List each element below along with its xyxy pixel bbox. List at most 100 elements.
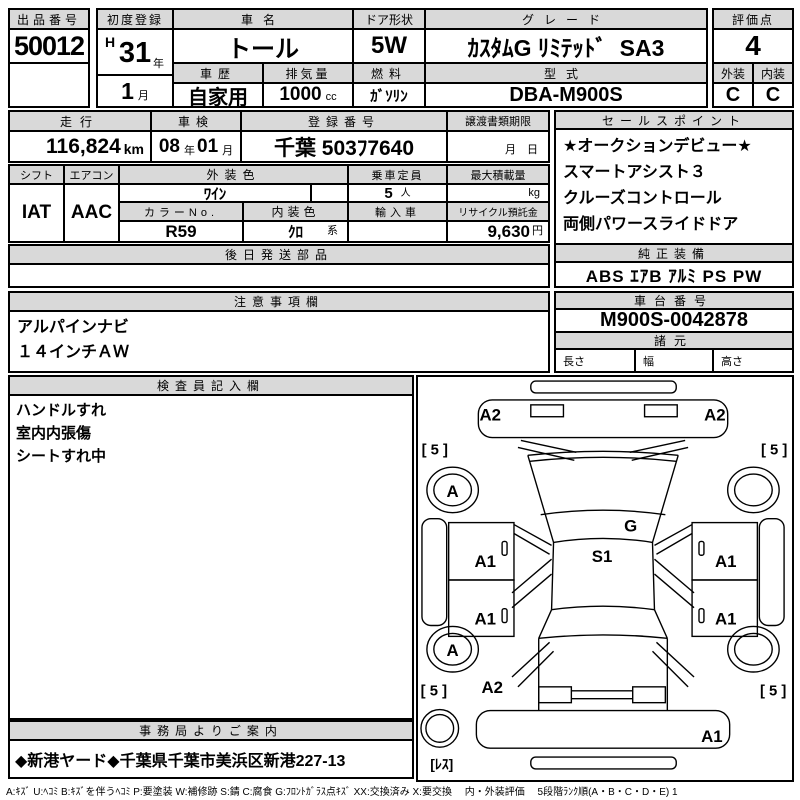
office-info-header: 事務局よりご案内 [8, 720, 414, 741]
shift-value: IAT [8, 183, 65, 243]
inspection-year: 08 [159, 136, 180, 158]
year-suffix: 年 [153, 55, 164, 71]
score-value: 4 [712, 28, 794, 64]
recycle-deposit-header: リサイクル預託金 [446, 201, 550, 222]
transfer-deadline-value: 月 日 [446, 130, 550, 163]
inspector-note-line: シートすれ中 [16, 445, 406, 468]
tire-rank-rear-left: [ 5 ] [421, 684, 447, 700]
front-bumper-slot-right [645, 405, 678, 417]
sales-points-body: ★オークションデビュー★ スマートアシスト３ クルーズコントロール 両側パワース… [554, 128, 794, 245]
capacity-header: 乗車定員 [347, 164, 448, 185]
rear-beam [571, 691, 632, 699]
footer-legend: A:ｷｽﾞ U:ﾍｺﾐ B:ｷｽﾞを伴うﾍｺﾐ P:要塗装 W:補修跡 S:錆 … [6, 783, 798, 798]
max-load-unit: kg [446, 183, 550, 203]
grade-value: ｶｽﾀﾑG ﾘﾐﾃｯﾄﾞ SA3 [424, 28, 708, 64]
displacement-unit: cc [326, 91, 337, 103]
notes-line: アルパインナビ [17, 315, 541, 340]
front-trim [531, 381, 676, 393]
damage-label-front-bumper-right: A2 [704, 406, 726, 425]
displacement-value: 1000 [279, 84, 321, 106]
first-registration-month: 1 [121, 78, 134, 105]
rear-bumper [476, 711, 729, 749]
taillight-left [539, 687, 572, 703]
door-handle-front-right [699, 541, 704, 555]
car-name-header: 車名 [172, 8, 354, 30]
damage-label-door-rear-right: A1 [715, 610, 737, 629]
rocker-left [422, 519, 447, 626]
mileage-header: 走行 [8, 110, 152, 132]
spare-tire-inner [426, 715, 454, 743]
import-value [347, 220, 448, 243]
roof-rear-edge [552, 606, 655, 609]
inspection-header: 車検 [150, 110, 242, 132]
first-registration-month-cell: 1 月 [96, 74, 174, 108]
inspector-note-line: 室内内張傷 [16, 422, 406, 445]
rocker-right [759, 519, 784, 626]
later-parts-value [8, 263, 550, 288]
sales-points-header: セールスポイント [554, 110, 794, 130]
windshield-base [554, 538, 653, 542]
car-history-value: 自家用 [172, 82, 264, 108]
exterior-grade-value: C [712, 82, 754, 108]
mileage-unit: km [124, 141, 144, 157]
front-bumper-slot-left [531, 405, 564, 417]
sales-point-line: クルーズコントロール [563, 186, 785, 212]
hood-front-edge-inner [530, 457, 676, 461]
exterior-color-header: 外装色 [118, 164, 349, 185]
vehicle-diagram-svg: A2 A2 [ 5 ] [ 5 ] A G S1 A1 A1 A1 A1 A A… [418, 377, 792, 780]
inspection-cell: 08 年 01 月 [150, 130, 242, 163]
model-code-header: 型式 [424, 62, 708, 84]
lot-number-value: 50012 [8, 28, 90, 64]
fuel-value: ｶﾞｿﾘﾝ [352, 82, 426, 108]
aircon-header: エアコン [63, 164, 120, 185]
capacity-value: 5 [384, 185, 392, 202]
recycle-deposit-cell: 9,630 円 [446, 220, 550, 243]
factory-equipment-value: ABS ｴｱB ｱﾙﾐ PS PW [554, 261, 794, 288]
notes-body: アルパインナビ １４インチＡＷ [8, 310, 550, 373]
auction-sheet: { "top": { "lot": {"label":"出品番号","value… [0, 0, 800, 800]
inspector-notes-body: ハンドルすれ 室内内張傷 シートすれ中 [8, 394, 414, 720]
damage-label-rear-bumper: A1 [701, 727, 723, 746]
interior-color-cell: ｸﾛ 系 [242, 220, 349, 243]
shift-header: シフト [8, 164, 65, 185]
door-handle-rear-left [502, 609, 507, 623]
inspection-month: 01 [197, 136, 218, 158]
damage-label-roof: S1 [592, 547, 613, 566]
car-name-value: トール [172, 28, 354, 64]
damage-label-front-bumper-left: A2 [479, 406, 501, 425]
damage-label-door-front-left: A1 [475, 552, 497, 571]
notes-line: １４インチＡＷ [17, 340, 541, 365]
exterior-grade-header: 外装 [712, 62, 754, 84]
factory-equipment-header: 純正装備 [554, 243, 794, 263]
plate-number-header: 登録番号 [240, 110, 448, 132]
plate-number-value: 千葉 503ﾌ7640 [240, 130, 448, 163]
displacement-cell: 1000 cc [262, 82, 354, 108]
office-info-value: ◆新港ヤード◆千葉県千葉市美浜区新港227-13 [8, 739, 414, 779]
lot-number-header: 出品番号 [8, 8, 90, 30]
later-parts-header: 後日発送部品 [8, 244, 550, 265]
inspector-note-line: ハンドルすれ [16, 399, 406, 422]
displacement-header: 排気量 [262, 62, 354, 84]
chassis-number-value: M900S-0042878 [554, 308, 794, 333]
first-registration-year-cell: H 31 年 [96, 28, 174, 76]
fuel-header: 燃料 [352, 62, 426, 84]
interior-grade-header: 内装 [752, 62, 794, 84]
damage-label-windshield: G [624, 517, 637, 536]
damage-label-wheel-rear-left: A [447, 641, 459, 660]
interior-color-suffix: 系 [327, 222, 338, 238]
tailgate-sides [539, 638, 668, 710]
color-number-header: カラーNo. [118, 201, 244, 222]
spare-tire-label: [ﾚｽ] [430, 756, 453, 772]
rear-trim [531, 757, 676, 769]
car-history-header: 車歴 [172, 62, 264, 84]
inspection-year-suffix: 年 [184, 142, 195, 158]
headlight-left [518, 440, 576, 460]
exterior-color-value: ﾜｲﾝ [118, 183, 312, 203]
rear-window-sides [539, 610, 668, 639]
tire-rank-rear-right: [ 5 ] [760, 684, 786, 700]
inspection-month-suffix: 月 [222, 142, 233, 158]
dimension-length-label: 長さ [554, 348, 636, 373]
door-handle-rear-right [699, 609, 704, 623]
sales-point-line: ★オークションデビュー★ [563, 134, 785, 160]
pillars-left [512, 525, 554, 687]
